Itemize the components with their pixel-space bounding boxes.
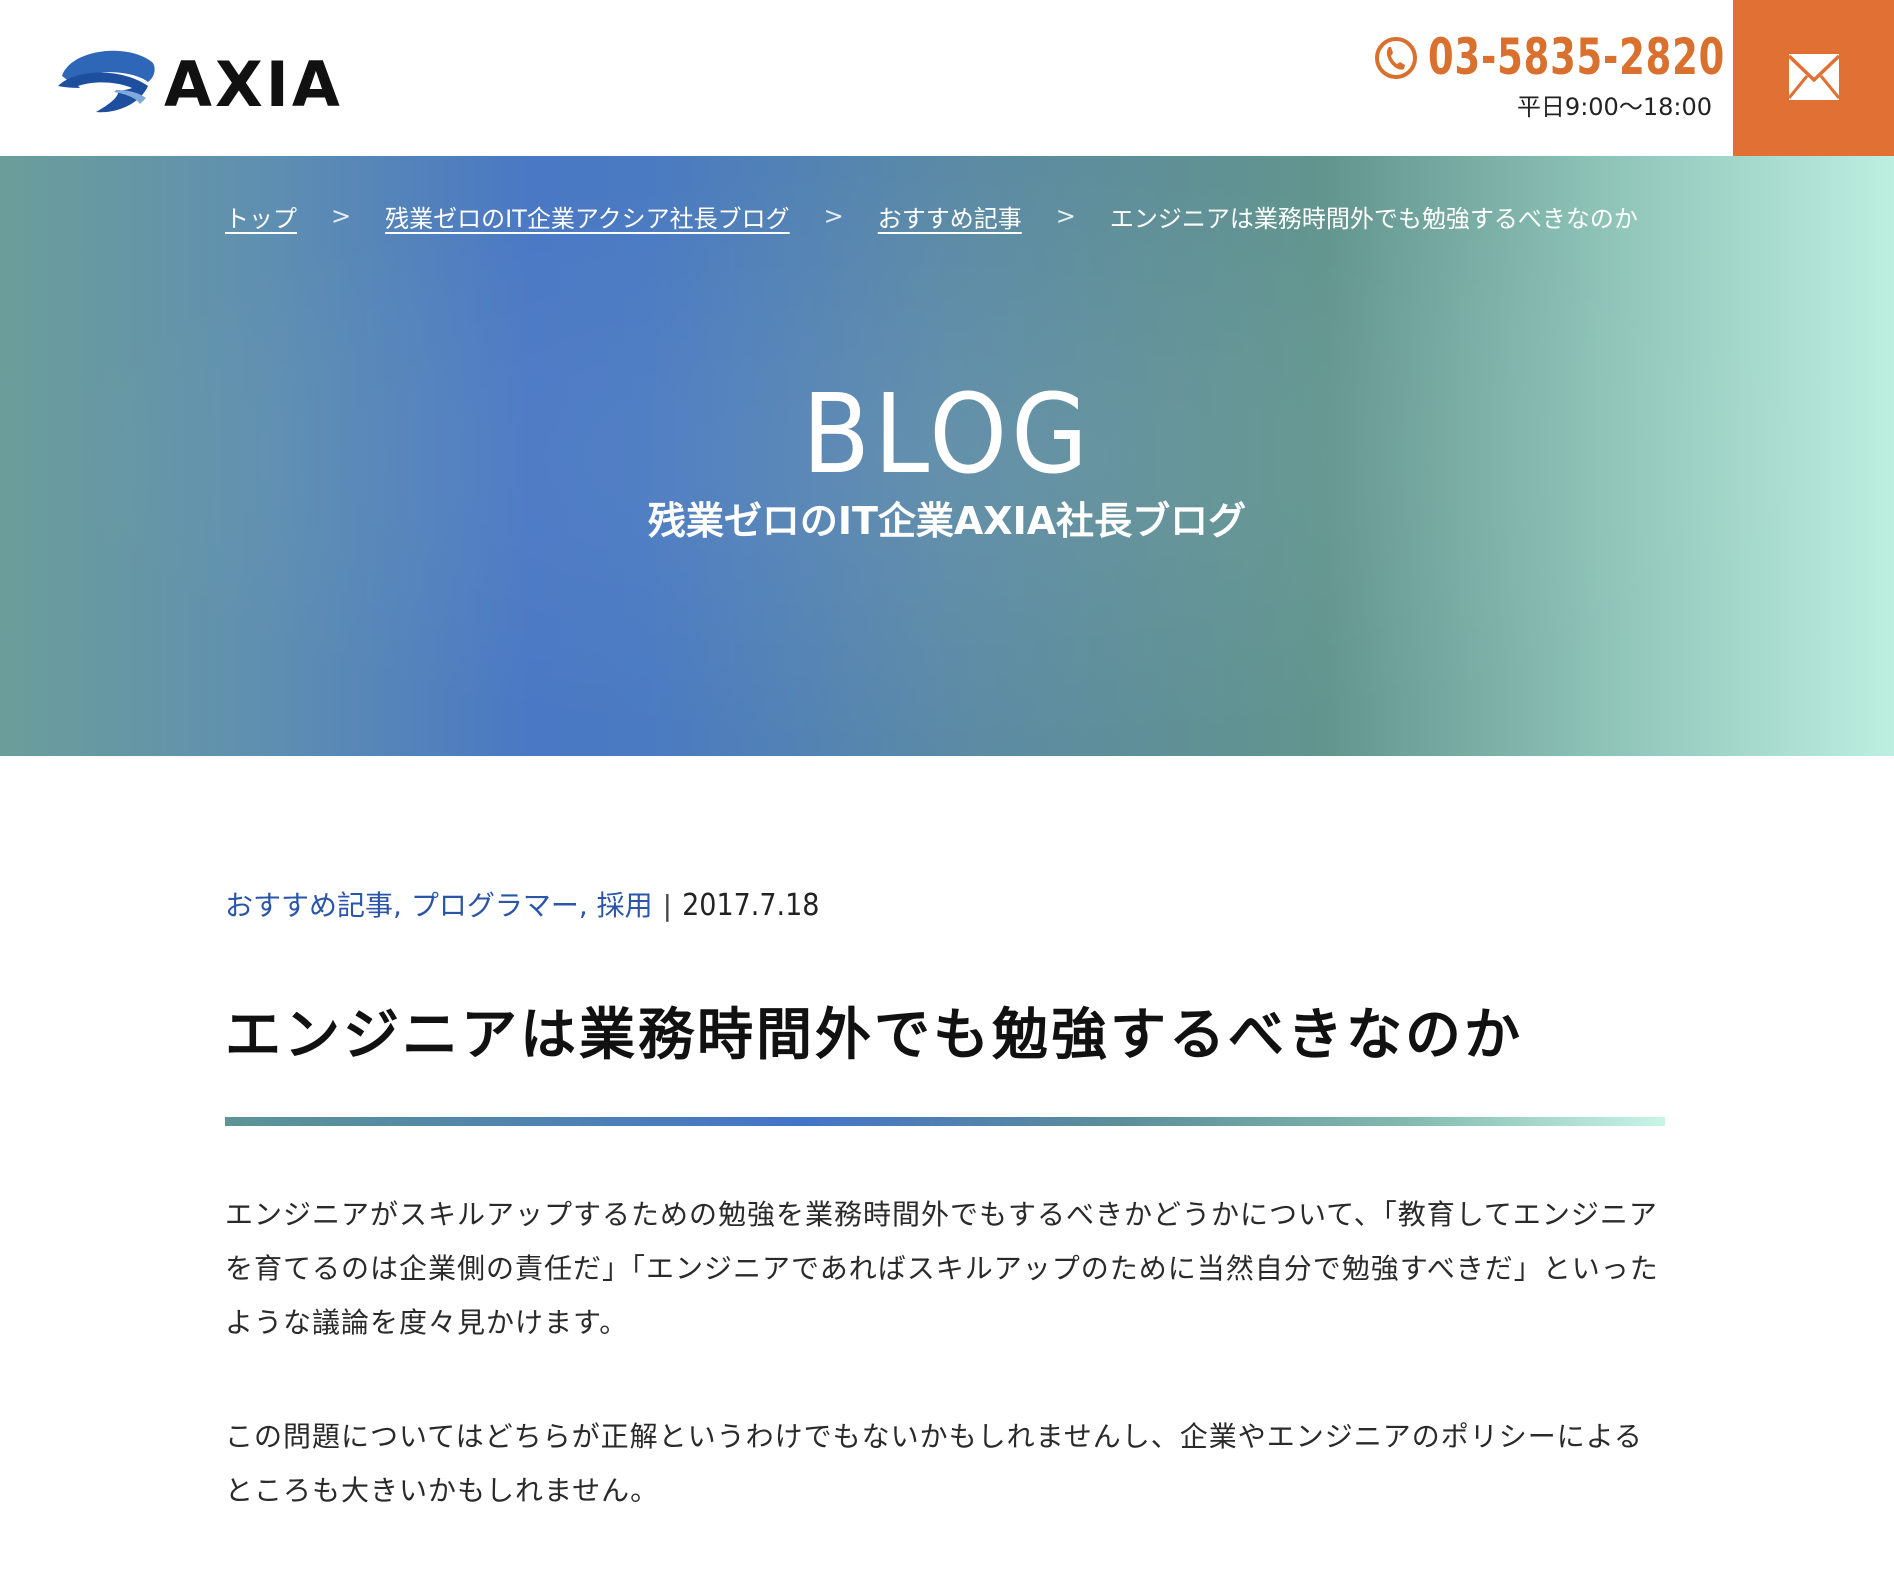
axia-logo-icon [58, 50, 155, 113]
article-title: エンジニアは業務時間外でも勉強するべきなのか [225, 1003, 1523, 1068]
breadcrumb-item-blog[interactable]: 残業ゼロのIT企業アクシア社長ブログ [385, 199, 790, 234]
breadcrumb-item-top[interactable]: トップ [225, 199, 297, 234]
category-link-programmer[interactable]: プログラマー [411, 889, 579, 922]
category-link-recommended[interactable]: おすすめ記事 [225, 889, 393, 922]
article-paragraph: この問題についてはどちらが正解というわけでもないかもしれませんし、企業やエンジニ… [225, 1420, 1643, 1507]
phone-number[interactable]: 03-5835-2820 [1428, 26, 1725, 88]
breadcrumb-separator: > [331, 202, 352, 230]
hero-title: BLOG [802, 370, 1092, 498]
logo-text: AXIA [164, 48, 343, 121]
mail-contact-button[interactable] [1733, 0, 1894, 156]
site-logo[interactable]: AXIA [56, 40, 346, 120]
site-header: AXIA 03-5835-2820 平日9:00〜18:00 [0, 0, 1894, 156]
breadcrumb-item-recommended[interactable]: おすすめ記事 [878, 199, 1022, 234]
article-meta: おすすめ記事, プログラマー, 採用 | 2017.7.18 [225, 888, 820, 923]
business-hours: 平日9:00〜18:00 [1516, 93, 1712, 121]
mail-icon [1787, 54, 1841, 100]
hero-subtitle: 残業ゼロのIT企業AXIA社長ブログ [647, 499, 1247, 543]
breadcrumb-separator: > [1055, 202, 1076, 230]
breadcrumb-separator: > [823, 202, 844, 230]
hero-banner: トップ > 残業ゼロのIT企業アクシア社長ブログ > おすすめ記事 > エンジニ… [0, 156, 1894, 756]
breadcrumb-current: エンジニアは業務時間外でも勉強するべきなのか [1109, 204, 1638, 233]
breadcrumb: トップ > 残業ゼロのIT企業アクシア社長ブログ > おすすめ記事 > エンジニ… [225, 196, 1638, 236]
meta-divider: | [662, 889, 673, 922]
article-paragraph: エンジニアがスキルアップするための勉強を業務時間外でもするべきかどうかについて、… [225, 1198, 1659, 1339]
post-date: 2017.7.18 [682, 888, 820, 923]
category-link-recruitment[interactable]: 採用 [597, 889, 653, 922]
title-underline [225, 1117, 1665, 1126]
phone-icon [1375, 37, 1417, 79]
